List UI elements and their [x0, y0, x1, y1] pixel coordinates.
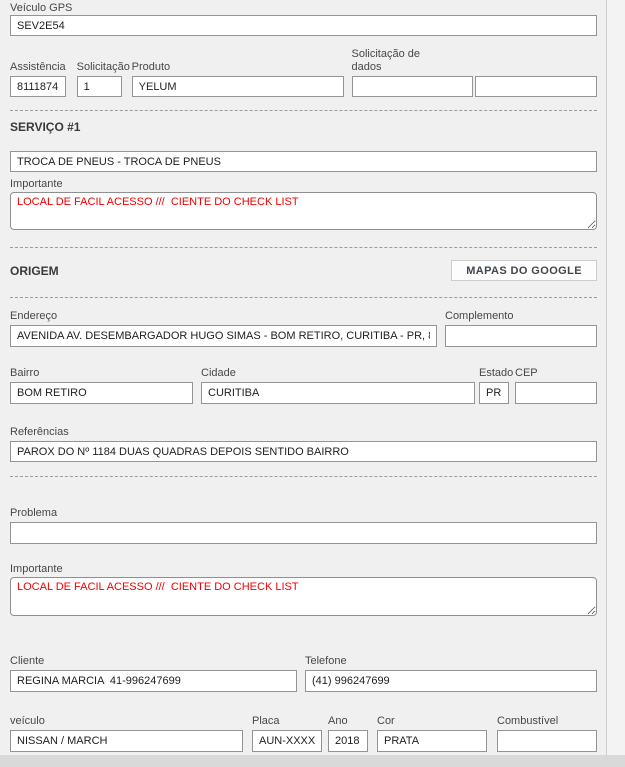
- telefone-input[interactable]: [305, 670, 597, 692]
- solicitacao-dados-input-2[interactable]: [475, 76, 597, 97]
- cliente-row: Cliente Telefone: [10, 655, 597, 692]
- cliente-input[interactable]: [10, 670, 297, 692]
- separator: [10, 476, 597, 477]
- solicitacao-label: Solicitação: [77, 61, 122, 74]
- veiculo-row: veículo Placa Ano Cor Combustível: [10, 715, 597, 752]
- cep-label: CEP: [515, 367, 597, 380]
- endereco-label: Endereço: [10, 310, 437, 323]
- estado-input[interactable]: [479, 382, 509, 404]
- assistencia-row: Assistência Solicitação Produto Solicita…: [10, 48, 597, 97]
- combustivel-input[interactable]: [497, 730, 597, 752]
- assistencia-label: Assistência: [10, 61, 66, 74]
- bairro-label: Bairro: [10, 367, 193, 380]
- cidade-input[interactable]: [201, 382, 475, 404]
- combustivel-label: Combustível: [497, 715, 597, 728]
- veiculo-gps-label: Veículo GPS: [10, 2, 597, 15]
- solicitacao-input[interactable]: [77, 76, 122, 97]
- cor-input[interactable]: [377, 730, 487, 752]
- endereco-row: Endereço Complemento: [10, 310, 597, 347]
- veiculo-input[interactable]: [10, 730, 243, 752]
- separator: [10, 247, 597, 248]
- assistencia-input[interactable]: [10, 76, 66, 97]
- problema-input[interactable]: [10, 522, 597, 544]
- cor-label: Cor: [377, 715, 487, 728]
- cidade-label: Cidade: [201, 367, 475, 380]
- complemento-input[interactable]: [445, 325, 597, 347]
- importante-servico-textarea[interactable]: LOCAL DE FACIL ACESSO /// CIENTE DO CHEC…: [10, 192, 597, 230]
- telefone-label: Telefone: [305, 655, 597, 668]
- form-panel: Veículo GPS Assistência Solicitação Prod…: [0, 0, 607, 767]
- veiculo-label: veículo: [10, 715, 243, 728]
- importante-servico-label: Importante: [10, 178, 597, 191]
- bottom-scrollbar-track[interactable]: [0, 755, 625, 767]
- referencias-label: Referências: [10, 426, 597, 439]
- separator: [10, 110, 597, 111]
- produto-input[interactable]: [132, 76, 344, 97]
- importante-origem-textarea[interactable]: LOCAL DE FACIL ACESSO /// CIENTE DO CHEC…: [10, 577, 597, 616]
- servico-heading: SERVIÇO #1: [10, 120, 597, 134]
- ano-input[interactable]: [328, 730, 368, 752]
- bairro-row: Bairro Cidade Estado CEP: [10, 367, 597, 404]
- cliente-label: Cliente: [10, 655, 297, 668]
- estado-label: Estado: [479, 367, 509, 380]
- produto-label: Produto: [132, 61, 344, 74]
- problema-label: Problema: [10, 507, 597, 520]
- placa-label: Placa: [252, 715, 322, 728]
- servico-input[interactable]: [10, 151, 597, 172]
- endereco-input[interactable]: [10, 325, 437, 347]
- origem-header-row: ORIGEM MAPAS DO GOOGLE: [10, 260, 597, 281]
- separator: [10, 297, 597, 298]
- bairro-input[interactable]: [10, 382, 193, 404]
- complemento-label: Complemento: [445, 310, 597, 323]
- mapas-google-button[interactable]: MAPAS DO GOOGLE: [451, 260, 597, 281]
- solicitacao-dados-input-1[interactable]: [352, 76, 474, 97]
- cep-input[interactable]: [515, 382, 597, 404]
- referencias-input[interactable]: [10, 441, 597, 462]
- placa-input[interactable]: [252, 730, 322, 752]
- veiculo-gps-input[interactable]: [10, 15, 597, 36]
- ano-label: Ano: [328, 715, 368, 728]
- solicitacao-dados-label: Solicitação de dados: [352, 48, 438, 74]
- importante-origem-label: Importante: [10, 563, 597, 576]
- origem-heading: ORIGEM: [10, 264, 59, 278]
